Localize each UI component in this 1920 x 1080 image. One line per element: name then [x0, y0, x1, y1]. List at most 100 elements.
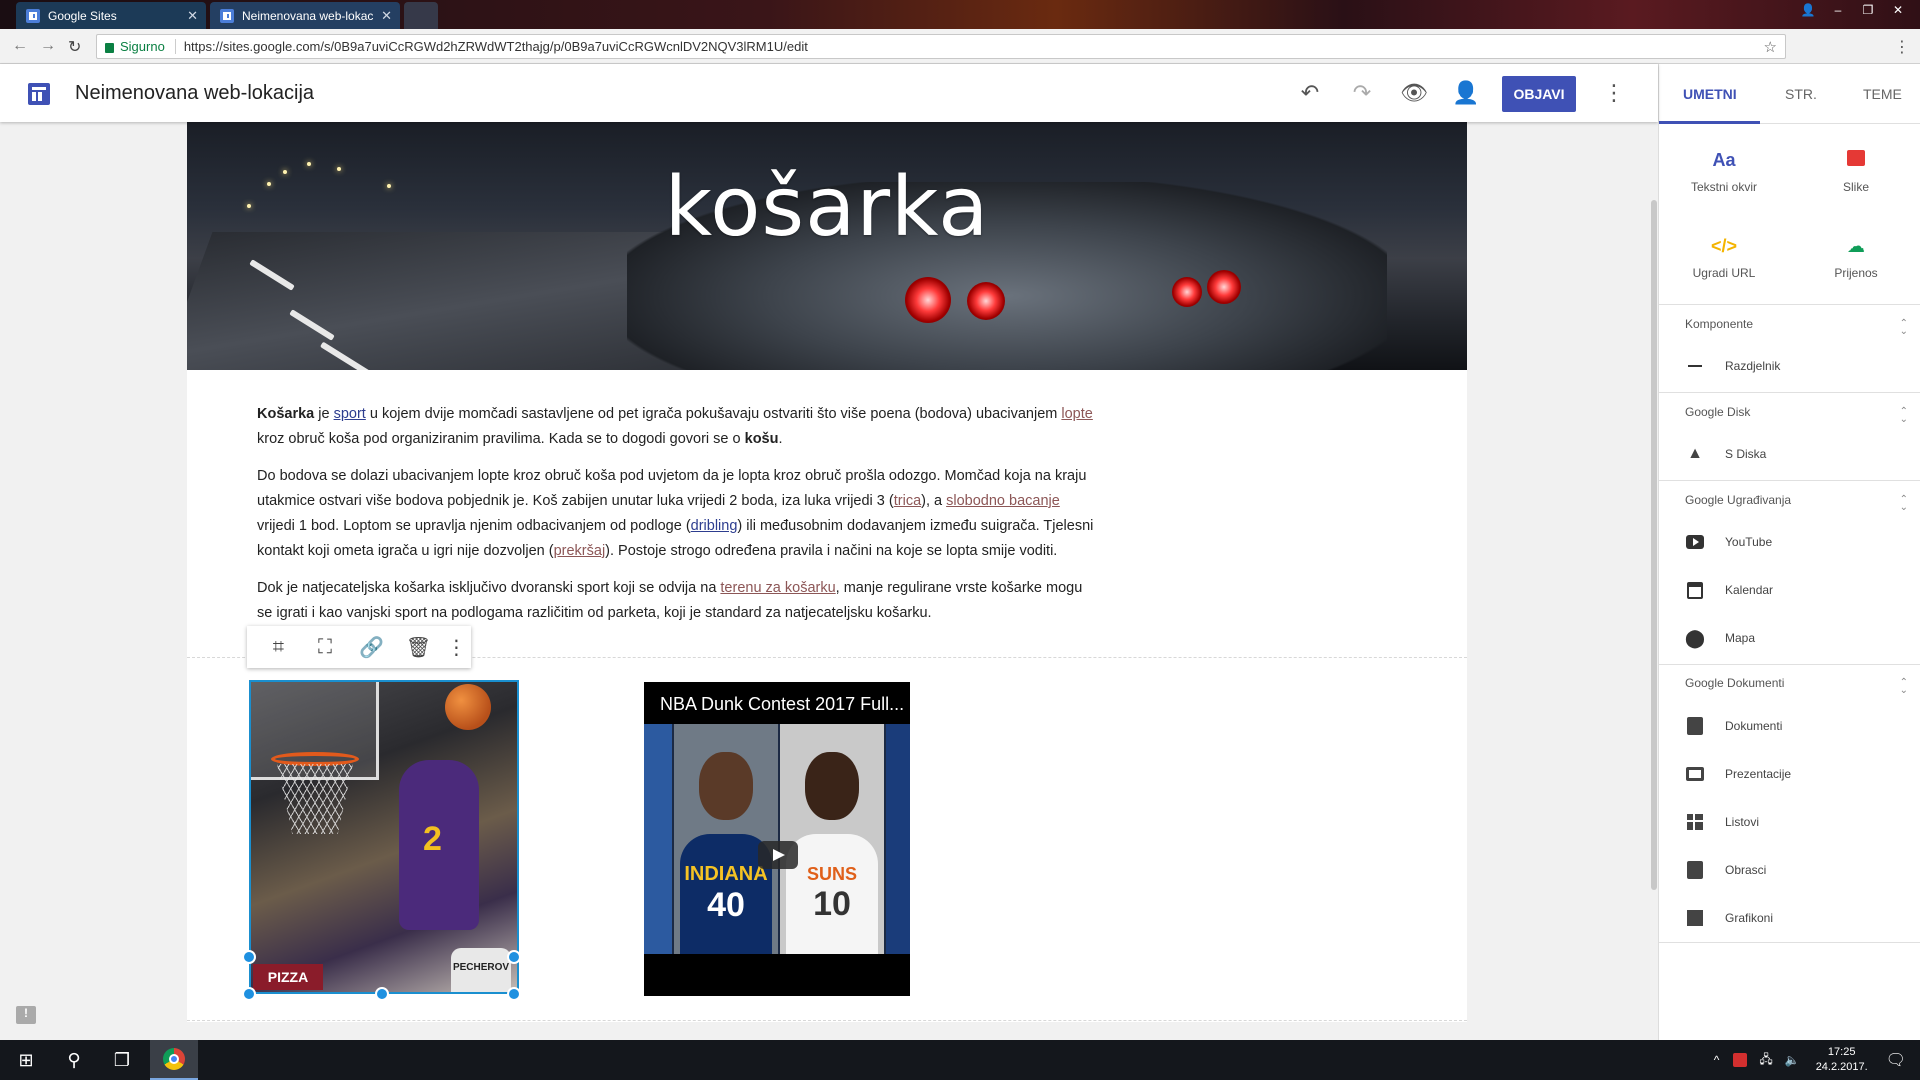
new-tab-button[interactable] — [404, 2, 438, 29]
divider — [1659, 942, 1920, 943]
panel-tabs: UMETNI STR. TEME — [1659, 64, 1920, 124]
panel-item-youtube[interactable]: YouTube — [1685, 530, 1772, 554]
paragraph-2: Do bodova se dolazi ubacivanjem lopte kr… — [257, 464, 1097, 564]
google-sites-logo-icon[interactable] — [28, 83, 50, 105]
windows-start-icon[interactable]: ⊞ — [2, 1040, 50, 1080]
minimize-icon[interactable]: – — [1826, 3, 1850, 17]
player-face — [699, 752, 753, 820]
notifications-icon[interactable]: 🗨 — [1886, 1050, 1906, 1070]
tab-teme[interactable]: TEME — [1863, 86, 1902, 102]
more-options-icon[interactable]: ⋮ — [442, 635, 471, 660]
back-icon[interactable]: ← — [12, 37, 28, 55]
tile-label: Tekstni okvir — [1690, 180, 1758, 194]
panel-item-calendar[interactable]: Kalendar — [1685, 578, 1773, 602]
task-view-icon[interactable]: ❐ — [98, 1040, 146, 1080]
text-run: Dok je natjecateljska košarka isključivo… — [257, 580, 721, 596]
address-bar[interactable]: Sigurno https://sites.google.com/s/0B9a7… — [96, 34, 1786, 59]
tile-text-box[interactable]: Aa Tekstni okvir — [1659, 150, 1789, 194]
car-tail-light — [1172, 277, 1202, 307]
clock[interactable]: 17:25 24.2.2017. — [1816, 1045, 1868, 1075]
publish-button[interactable]: OBJAVI — [1502, 76, 1576, 112]
section-title-google-embeds: Google Ugrađivanja — [1685, 493, 1792, 507]
collapse-chevron-icon[interactable]: ⌃ ⌄ — [1900, 407, 1908, 425]
car-tail-light — [1207, 270, 1241, 304]
resize-handle[interactable] — [375, 987, 389, 1001]
resize-handle[interactable] — [507, 987, 521, 1001]
tab-close-icon[interactable]: ✕ — [187, 8, 198, 24]
panel-item-slides[interactable]: Prezentacije — [1685, 762, 1791, 786]
tile-images[interactable]: Slike — [1791, 150, 1920, 194]
browser-tab-google-sites[interactable]: Google Sites ✕ — [16, 2, 206, 29]
crop-icon[interactable]: ⌗ — [255, 636, 302, 659]
collapse-chevron-icon[interactable]: ⌃ ⌄ — [1900, 495, 1908, 513]
tile-upload[interactable]: ☁ Prijenos — [1791, 236, 1920, 280]
google-sites-favicon-icon — [26, 8, 40, 23]
resize-handle[interactable] — [242, 950, 256, 964]
network-icon[interactable]: 🖧 — [1759, 1050, 1772, 1071]
youtube-video-embed[interactable]: NBA Dunk Contest 2017 Full... INDIANA 40… — [644, 682, 910, 996]
item-label: Listovi — [1725, 815, 1760, 829]
collapse-chevron-icon[interactable]: ⌃ ⌄ — [1900, 319, 1908, 337]
collapse-chevron-icon[interactable]: ⌃ ⌄ — [1900, 678, 1908, 696]
link-dribling[interactable]: dribling — [691, 518, 738, 534]
link-trica[interactable]: trica — [894, 493, 921, 509]
share-add-person-icon[interactable]: 👤 — [1452, 80, 1480, 106]
panel-item-docs[interactable]: Dokumenti — [1685, 714, 1782, 738]
divider — [1659, 480, 1920, 481]
volume-icon[interactable]: 🔈 — [1785, 1053, 1800, 1067]
article-text-box[interactable]: Košarka je sport u kojem dvije momčadi s… — [257, 402, 1097, 638]
tab-close-icon[interactable]: ✕ — [381, 8, 392, 24]
thumbnail-player-1: INDIANA 40 — [674, 724, 778, 954]
link-sport[interactable]: sport — [334, 406, 366, 422]
link-teren-za-kosarku[interactable]: terenu za košarku — [720, 580, 835, 596]
reload-icon[interactable]: ↻ — [68, 37, 81, 57]
user-profile-icon[interactable]: 👤 — [1796, 3, 1820, 17]
search-icon[interactable]: ⚲ — [50, 1040, 98, 1080]
canvas-scrollbar[interactable] — [1651, 200, 1657, 890]
panel-item-from-drive[interactable]: ▲ S Diska — [1685, 442, 1766, 466]
antivirus-icon[interactable] — [1733, 1053, 1748, 1067]
panel-item-charts[interactable]: Grafikoni — [1685, 906, 1773, 930]
forward-icon[interactable]: → — [40, 37, 56, 55]
play-button-icon[interactable] — [758, 841, 798, 869]
link-slobodno-bacanje[interactable]: slobodno bacanje — [946, 493, 1060, 509]
fullscreen-icon[interactable]: ⛶ — [302, 636, 349, 659]
browser-tab-site-editor[interactable]: Neimenovana web-lokac ✕ — [210, 2, 400, 29]
restore-icon[interactable]: ❐ — [1856, 3, 1880, 17]
undo-icon[interactable]: ↶ — [1296, 80, 1324, 106]
google-drive-icon: ▲ — [1687, 445, 1703, 462]
feedback-icon[interactable]: ! — [16, 1006, 36, 1024]
link-prekrsaj[interactable]: prekršaj — [554, 543, 606, 559]
browser-menu-icon[interactable]: ⋮ — [1894, 37, 1910, 57]
link-lopte[interactable]: lopte — [1061, 406, 1092, 422]
lock-icon — [105, 42, 114, 53]
panel-item-forms[interactable]: Obrasci — [1685, 858, 1766, 882]
item-label: Obrasci — [1725, 863, 1767, 877]
link-icon[interactable]: 🔗 — [348, 635, 395, 660]
thumbnail-player-2: SUNS 10 — [780, 724, 884, 954]
more-options-icon[interactable]: ⋮ — [1600, 80, 1628, 106]
site-name[interactable]: Neimenovana web-lokacija — [75, 82, 314, 105]
close-window-icon[interactable]: ✕ — [1886, 3, 1910, 17]
item-label: S Diska — [1725, 447, 1767, 461]
tile-embed-url[interactable]: </> Ugradi URL — [1659, 236, 1789, 280]
item-label: YouTube — [1725, 535, 1773, 549]
panel-item-map[interactable]: ⬤ Mapa — [1685, 626, 1755, 650]
calendar-icon — [1685, 580, 1705, 600]
jersey-suns: SUNS 10 — [786, 834, 878, 954]
resize-handle[interactable] — [507, 950, 521, 964]
panel-item-divider[interactable]: Razdjelnik — [1685, 354, 1780, 378]
tab-stranice[interactable]: STR. — [1785, 86, 1817, 102]
delete-trash-icon[interactable]: 🗑 — [395, 635, 442, 660]
bookmark-star-icon[interactable]: ☆ — [1764, 38, 1777, 56]
tab-umetni[interactable]: UMETNI — [1683, 86, 1737, 102]
resize-handle[interactable] — [242, 987, 256, 1001]
page-title[interactable]: košarka — [187, 160, 1467, 255]
show-hidden-icons-icon[interactable]: ^ — [1714, 1053, 1720, 1067]
panel-item-sheets[interactable]: Listovi — [1685, 810, 1759, 834]
chrome-taskbar-button[interactable] — [150, 1040, 198, 1080]
redo-icon[interactable]: ↷ — [1348, 80, 1376, 106]
header-banner[interactable]: košarka — [187, 122, 1467, 370]
image-icon — [1791, 150, 1920, 176]
preview-eye-icon[interactable]: 👁 — [1400, 80, 1428, 106]
